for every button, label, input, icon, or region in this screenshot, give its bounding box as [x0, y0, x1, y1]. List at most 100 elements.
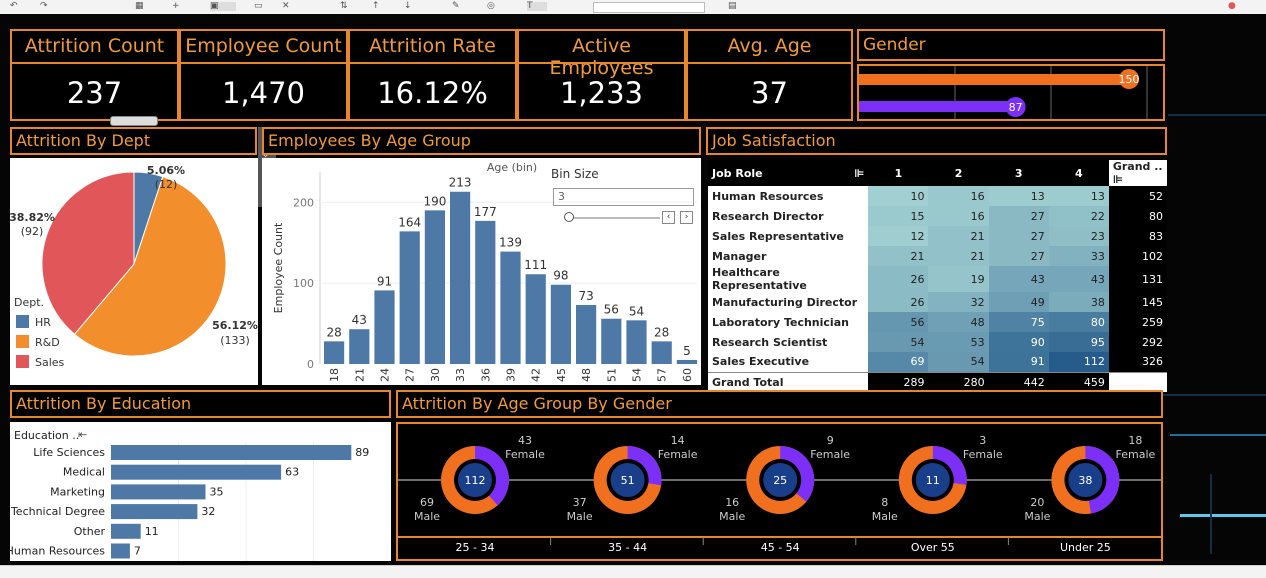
bar-value-label: 139 [499, 236, 522, 250]
y-tick-label: 100 [293, 277, 314, 290]
heatmap-cell[interactable]: 15 [868, 206, 929, 226]
heatmap-cell[interactable]: 21 [928, 246, 989, 266]
column-header-grand-total[interactable]: Grand .. ⊫ [1108, 160, 1167, 186]
x-tick-label: 30 [429, 368, 442, 382]
heatmap-cell[interactable]: 23 [1048, 226, 1109, 246]
kpi-title: Employee Count [185, 35, 342, 57]
heatmap-cell[interactable]: 49 [988, 292, 1049, 312]
sort-asc-icon[interactable]: ↑ [372, 2, 380, 11]
bar-value-label: 190 [423, 194, 446, 208]
drag-handle[interactable] [110, 116, 158, 126]
swap-icon[interactable]: ⇅ [340, 2, 348, 11]
column-header[interactable]: 1 [868, 160, 929, 186]
column-total: 459 [1048, 371, 1109, 392]
heatmap-cell[interactable]: 13 [1048, 186, 1109, 206]
heatmap-cell[interactable]: 80 [1048, 312, 1109, 332]
heatmap-cell[interactable]: 32 [928, 292, 989, 312]
row-total: 52 [1108, 186, 1167, 206]
heatmap-cell[interactable]: 19 [928, 266, 989, 292]
heatmap-cell[interactable]: 27 [988, 226, 1049, 246]
column-header[interactable]: 3 [988, 160, 1049, 186]
sort-desc-icon[interactable]: ↓ [404, 2, 412, 11]
heatmap-cell[interactable]: 56 [868, 312, 929, 332]
column-header[interactable]: 2 [928, 160, 989, 186]
heatmap-cell[interactable]: 21 [868, 246, 929, 266]
redo-icon[interactable]: ↷ [40, 2, 48, 11]
highlight-icon[interactable]: ✎ [452, 2, 460, 11]
column-total: 442 [988, 371, 1049, 392]
heatmap-cell[interactable]: 112 [1048, 352, 1109, 372]
table-row[interactable]: Research Director 15 16 27 22 80 [708, 206, 1167, 226]
heatmap-cell[interactable]: 43 [1048, 266, 1109, 292]
heatmap-cell[interactable]: 26 [868, 292, 929, 312]
male-label: Male [1024, 510, 1050, 523]
presentation-icon[interactable]: ▤ [728, 2, 737, 11]
chevron-left-icon[interactable]: ‹ [662, 211, 675, 224]
hr-count-label: (12) [155, 178, 178, 191]
column-header[interactable]: 4 [1048, 160, 1109, 186]
divider [519, 62, 684, 64]
age-bar [626, 320, 647, 364]
table-row[interactable]: Healthcare Representative 26 19 43 43 131 [708, 266, 1167, 292]
bin-size-input[interactable]: 3 [553, 188, 694, 206]
grand-total-row: Grand Total 289 280 442 459 1,470 [708, 371, 1167, 392]
heatmap-cell[interactable]: 48 [928, 312, 989, 332]
heatmap-cell[interactable]: 16 [928, 186, 989, 206]
heatmap-cell[interactable]: 38 [1048, 292, 1109, 312]
heatmap-cell[interactable]: 53 [928, 332, 989, 352]
age-bar [349, 329, 370, 364]
table-row[interactable]: Sales Representative 12 21 27 23 83 [708, 226, 1167, 246]
table-row[interactable]: Sales Executive 69 54 91 112 326 [708, 352, 1167, 372]
heatmap-cell[interactable]: 43 [988, 266, 1049, 292]
x-tick-label: 48 [580, 368, 593, 382]
bin-size-slider-thumb[interactable] [564, 212, 574, 222]
heatmap-cell[interactable]: 10 [868, 186, 929, 206]
x-tick-label: 33 [454, 368, 467, 382]
add-icon[interactable]: + [172, 2, 180, 11]
heatmap-cell[interactable]: 54 [928, 352, 989, 372]
duplicate-icon[interactable]: ▭ [254, 2, 263, 11]
row-header: Sales Representative [708, 226, 869, 246]
clear-icon[interactable]: ✕ [282, 2, 290, 11]
heatmap-cell[interactable]: 95 [1048, 332, 1109, 352]
table-row[interactable]: Manufacturing Director 26 32 49 38 145 [708, 292, 1167, 312]
table-row[interactable]: Human Resources 10 16 13 13 52 [708, 186, 1167, 206]
table-row[interactable]: Research Scientist 54 53 90 95 292 [708, 332, 1167, 352]
sales-count-label: (92) [21, 225, 44, 238]
group-icon[interactable]: ◎ [487, 2, 495, 11]
heatmap-cell[interactable]: 91 [988, 352, 1049, 372]
heatmap-cell[interactable]: 69 [868, 352, 929, 372]
heatmap-cell[interactable]: 75 [988, 312, 1049, 332]
heatmap-cell[interactable]: 26 [868, 266, 929, 292]
heatmap-cell[interactable]: 16 [928, 206, 989, 226]
heatmap-cell[interactable]: 12 [868, 226, 929, 246]
age-bar [676, 359, 697, 364]
age-bar [525, 274, 546, 364]
heatmap-cell[interactable]: 13 [988, 186, 1049, 206]
grid-icon[interactable]: ▦ [135, 2, 144, 11]
chevron-right-icon[interactable]: › [680, 211, 693, 224]
heatmap-cell[interactable]: 90 [988, 332, 1049, 352]
table-row[interactable]: Manager 21 21 27 33 102 [708, 246, 1167, 266]
bin-size-slider-track[interactable] [568, 217, 660, 219]
female-label: Female [658, 448, 698, 461]
heatmap-cell[interactable]: 33 [1048, 246, 1109, 266]
fit-dropdown[interactable] [593, 2, 705, 13]
heatmap-cell[interactable]: 27 [988, 206, 1049, 226]
female-label: Female [963, 448, 1003, 461]
heatmap-cell[interactable]: 22 [1048, 206, 1109, 226]
divider [350, 62, 515, 64]
share-icon[interactable]: ● [1228, 2, 1236, 11]
undo-icon[interactable]: ↶ [10, 2, 18, 11]
heatmap-cell[interactable]: 27 [988, 246, 1049, 266]
category-label: Other [74, 525, 106, 538]
heatmap-cell[interactable]: 21 [928, 226, 989, 246]
table-row[interactable]: Laboratory Technician 56 48 75 80 259 [708, 312, 1167, 332]
education-bar [111, 445, 352, 460]
column-header-job-role[interactable]: Job Role ⊫ [708, 160, 869, 186]
new-sheet-icon[interactable]: ▣ [210, 2, 236, 11]
education-bar [111, 543, 130, 559]
labels-icon[interactable]: T [527, 2, 547, 11]
row-total: 259 [1108, 312, 1167, 332]
heatmap-cell[interactable]: 54 [868, 332, 929, 352]
